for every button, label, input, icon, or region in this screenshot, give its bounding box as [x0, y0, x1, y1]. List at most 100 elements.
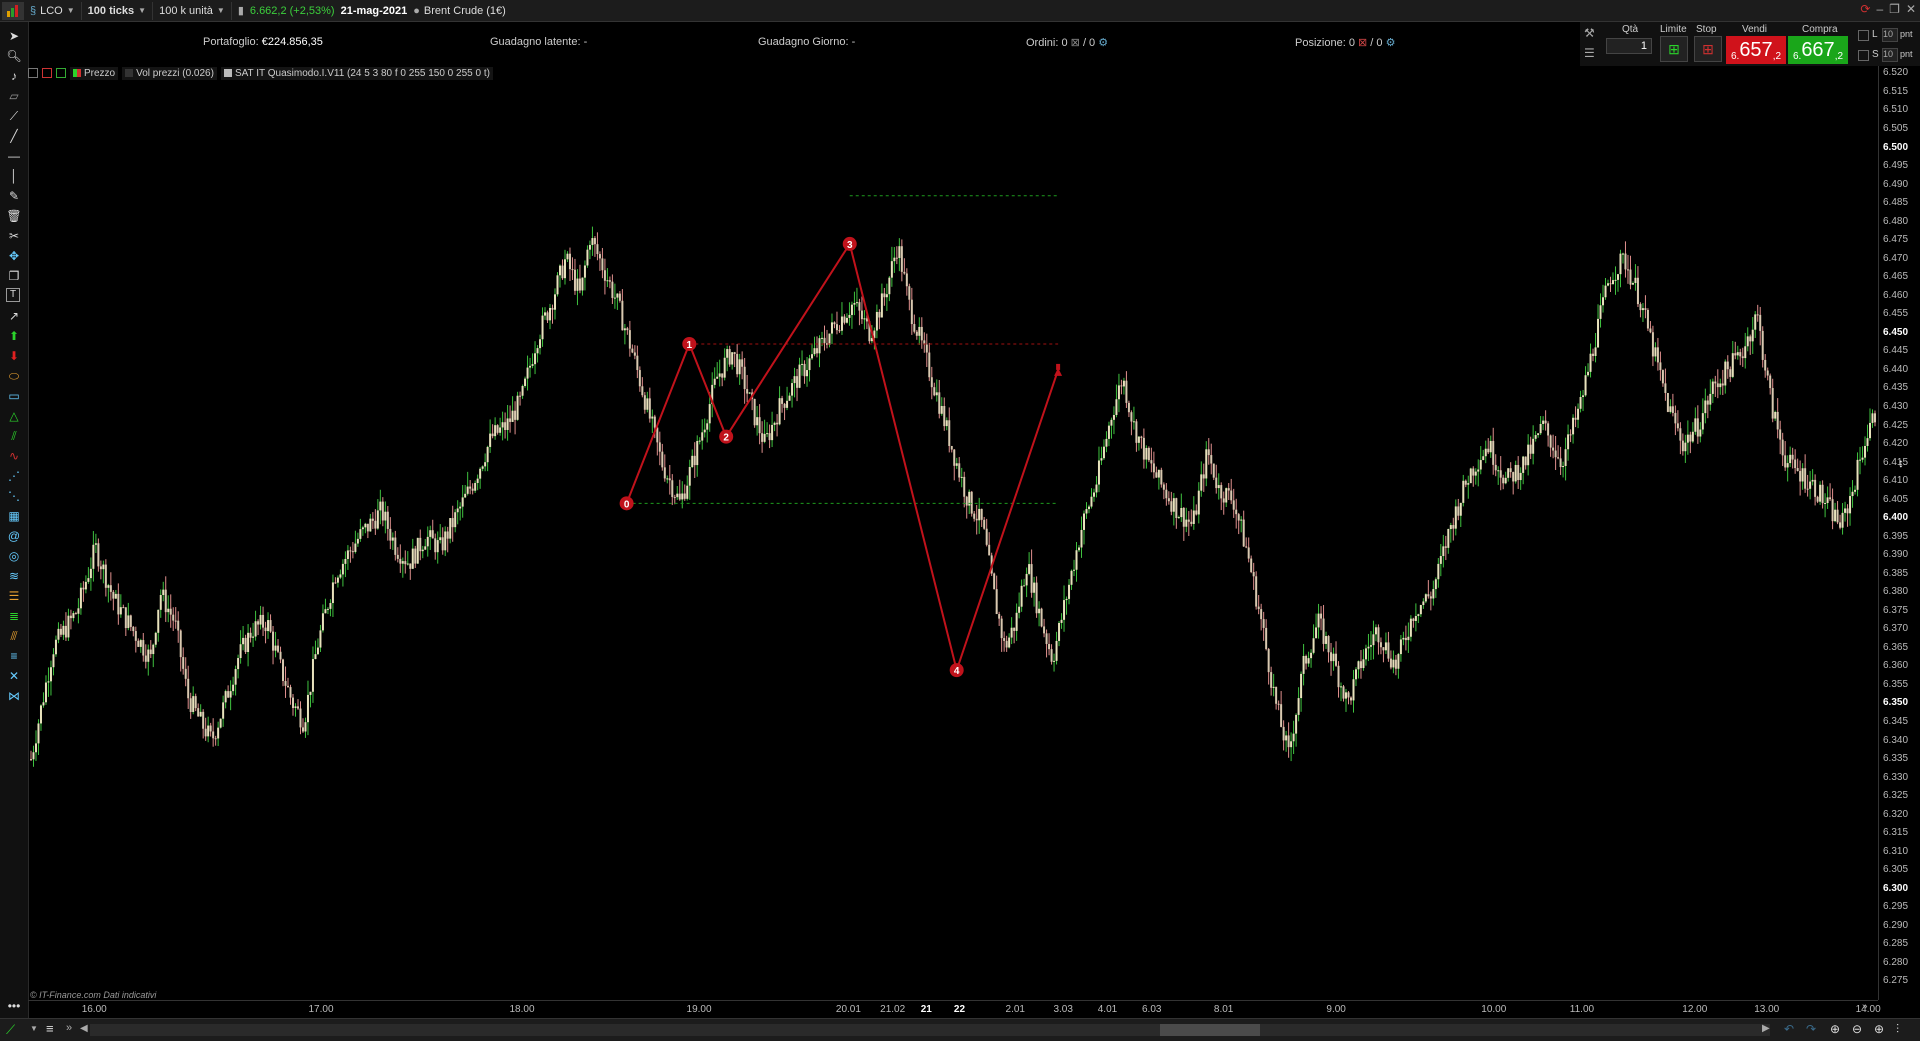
sync-icon[interactable]: ⟳: [1860, 2, 1870, 16]
alarm-bell-icon[interactable]: ♪: [6, 68, 22, 84]
tools-icon[interactable]: ✂: [6, 228, 22, 244]
arrow-down-red-icon[interactable]: ⬇: [6, 348, 22, 364]
restore-icon[interactable]: ❐: [1889, 2, 1900, 16]
sell-button[interactable]: 6. 657,2: [1726, 36, 1786, 64]
pattern-pivot-marker[interactable]: 4: [949, 663, 964, 678]
fib-time-icon[interactable]: ☰: [6, 588, 22, 604]
harmonic-2-icon[interactable]: ⋈: [6, 688, 22, 704]
chevron-down-icon[interactable]: ▼: [30, 1024, 38, 1033]
draw-mode-icon[interactable]: ⟋: [6, 1022, 15, 1038]
zoom-fit-icon[interactable]: ⊕: [1830, 1022, 1840, 1036]
pattern-2-icon[interactable]: ⋱: [6, 488, 22, 504]
candle: [64, 612, 67, 641]
menu-icon[interactable]: ≡: [46, 1021, 54, 1036]
harmonic-icon[interactable]: ✕: [6, 668, 22, 684]
settings-gear-icon[interactable]: ⚙: [1386, 37, 1396, 49]
pattern-pivot-marker[interactable]: 1: [682, 336, 697, 351]
trend-line-icon[interactable]: ╱: [6, 128, 22, 144]
price-axis[interactable]: 6.520 6.515 6.510 6.505 6.500 6.495 6.490 6.485…: [1878, 66, 1920, 1000]
pattern-pivot-marker[interactable]: [1054, 363, 1063, 376]
candle: [521, 384, 524, 399]
candle: [1597, 304, 1600, 348]
stop-order-button[interactable]: ⊞: [1694, 36, 1722, 62]
timeframe-selector[interactable]: 100 ticks ▼: [82, 1, 154, 20]
pattern-pivot-marker[interactable]: 3: [842, 236, 857, 251]
pencil-icon[interactable]: ✎: [6, 188, 22, 204]
minimize-icon[interactable]: –: [1876, 2, 1883, 16]
fib-fan-icon[interactable]: ≋: [6, 568, 22, 584]
zoom-out-icon[interactable]: ⊖: [1852, 1022, 1862, 1036]
s-points-input[interactable]: 10: [1882, 48, 1898, 62]
spiral-icon[interactable]: @: [6, 528, 22, 544]
candle: [651, 409, 654, 434]
wave-icon[interactable]: ∿: [6, 448, 22, 464]
zoom-icon[interactable]: 🔍︎: [6, 48, 22, 64]
candle: [898, 238, 901, 272]
scroll-left-icon[interactable]: ◀: [80, 1023, 88, 1034]
symbol-selector[interactable]: § LCO ▼: [24, 1, 82, 20]
text-icon[interactable]: T: [6, 288, 20, 302]
expand-icon[interactable]: »: [66, 1022, 72, 1034]
candle: [960, 467, 963, 488]
scroll-right-icon[interactable]: ▶: [1762, 1023, 1770, 1034]
pattern-3-icon[interactable]: ▦: [6, 508, 22, 524]
units-selector[interactable]: 100 k unità ▼: [153, 1, 232, 20]
fibonacci-icon[interactable]: ◎: [6, 548, 22, 564]
candle: [1534, 431, 1537, 442]
redo-icon[interactable]: ↷: [1806, 1022, 1816, 1036]
horizontal-line-icon[interactable]: —: [6, 148, 22, 164]
ellipse-icon[interactable]: ⬭: [6, 368, 22, 384]
limit-order-button[interactable]: ⊞: [1660, 36, 1688, 62]
vertical-line-icon[interactable]: │: [6, 168, 22, 184]
arrow-line-icon[interactable]: ↗: [6, 308, 22, 324]
time-scrollbar[interactable]: [90, 1024, 1770, 1036]
more-icon[interactable]: •••: [6, 998, 22, 1014]
move-icon[interactable]: ✥: [6, 248, 22, 264]
buy-button[interactable]: 6. 667,2: [1788, 36, 1848, 64]
cursor-arrow-icon[interactable]: ➤: [6, 28, 22, 44]
candle: [282, 658, 285, 687]
pattern-pivot-marker[interactable]: 0: [619, 496, 634, 511]
scrollbar-thumb[interactable]: [1160, 1024, 1260, 1036]
pattern-pivot-marker[interactable]: 2: [719, 429, 734, 444]
close-position-icon[interactable]: ⊠: [1358, 37, 1367, 49]
segment-icon[interactable]: ⟋: [6, 108, 22, 124]
channel-icon[interactable]: ⫽: [6, 428, 22, 444]
close-icon[interactable]: ✕: [1906, 2, 1916, 16]
buy-price: 667: [1801, 39, 1835, 61]
undo-icon[interactable]: ↶: [1784, 1022, 1794, 1036]
candle: [366, 523, 369, 539]
candle: [1814, 474, 1817, 506]
l-points-input[interactable]: 10: [1882, 28, 1898, 42]
candle: [1384, 632, 1387, 654]
arrow-up-green-icon[interactable]: ⬆: [6, 328, 22, 344]
elliott-icon[interactable]: ≡: [6, 648, 22, 664]
candle: [1614, 266, 1617, 295]
trash-icon[interactable]: 🗑︎: [6, 208, 22, 224]
s-checkbox[interactable]: [1858, 50, 1869, 61]
candle: [1769, 373, 1772, 395]
rectangle-icon[interactable]: ▭: [6, 388, 22, 404]
stop-label: Stop: [1696, 24, 1717, 35]
candle: [1325, 631, 1328, 649]
price-chart[interactable]: 0 1 2 3 4: [28, 66, 1878, 1000]
zoom-in-icon[interactable]: ⊕: [1874, 1022, 1884, 1036]
l-checkbox[interactable]: [1858, 30, 1869, 41]
settings-gear-icon[interactable]: ⚙: [1098, 37, 1108, 49]
time-axis[interactable]: 16.00 17.00 18.00 19.00 20.01 21.02 21 22 2.01 3.…: [28, 1000, 1881, 1019]
gann-icon[interactable]: ≣: [6, 608, 22, 624]
triangle-icon[interactable]: △: [6, 408, 22, 424]
autoscale-icon[interactable]: ⫶: [1896, 1022, 1899, 1037]
candle: [1654, 342, 1657, 362]
copy-icon[interactable]: ❐: [6, 268, 22, 284]
candle: [968, 489, 971, 514]
qty-input[interactable]: 1: [1606, 38, 1652, 54]
list-icon[interactable]: ☰: [1584, 46, 1595, 60]
scroll-right-icon[interactable]: »: [1862, 1001, 1868, 1012]
andrews-icon[interactable]: ⫻: [6, 628, 22, 644]
close-order-icon[interactable]: ⊠: [1071, 37, 1080, 49]
pattern-1-icon[interactable]: ⋰: [6, 468, 22, 484]
candle: [1584, 366, 1587, 397]
ruler-icon[interactable]: ▱: [6, 88, 22, 104]
wrench-icon[interactable]: ⚒: [1584, 26, 1595, 40]
